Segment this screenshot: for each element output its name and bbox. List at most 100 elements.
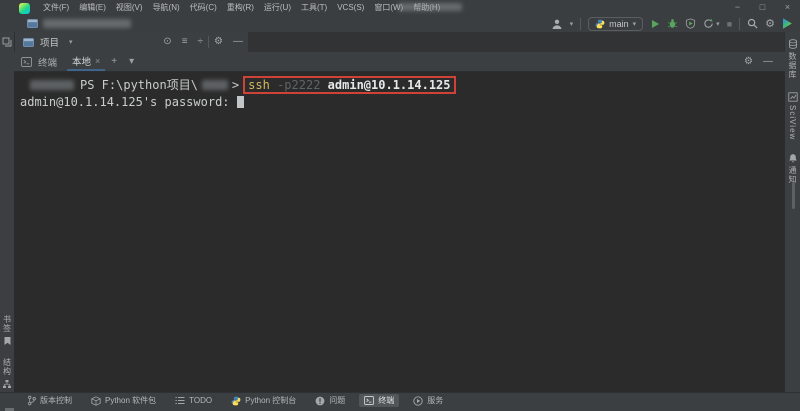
- project-panel-header: 项目 ▾ ⊙ ≡ ÷ ⚙ —: [14, 32, 249, 53]
- command-host: admin@10.1.14.125: [328, 78, 451, 92]
- terminal-panel-title: 终端: [38, 55, 57, 69]
- stripe-button-notifications[interactable]: 通知: [787, 153, 798, 184]
- pycharm-logo-icon: [19, 3, 30, 14]
- maximize-button[interactable]: □: [750, 0, 775, 15]
- menu-edit[interactable]: 编辑(E): [74, 1, 111, 15]
- new-terminal-tab-button[interactable]: +: [105, 56, 123, 67]
- project-stripe-icon[interactable]: [2, 37, 12, 47]
- terminal-settings-gear-icon[interactable]: ⚙: [739, 53, 758, 71]
- terminal-hide-icon[interactable]: —: [758, 53, 778, 71]
- prompt-symbol: >: [232, 78, 239, 92]
- services-icon: [413, 396, 423, 406]
- toolwindow-python-packages[interactable]: Python 软件包: [86, 394, 161, 407]
- run-config-name: main: [609, 19, 629, 29]
- menu-navigate[interactable]: 导航(N): [148, 1, 185, 15]
- terminal-tab-label: 本地: [72, 54, 91, 68]
- git-branch-icon: [27, 395, 36, 406]
- database-label: 数据库: [787, 52, 798, 79]
- terminal-icon: [21, 57, 32, 67]
- run-config-dropdown-icon: ▾: [633, 20, 637, 28]
- terminal-output[interactable]: PS F:\python项目\ > ssh -p2222 admin@10.1.14…: [14, 72, 785, 110]
- user-dropdown-icon[interactable]: ▾: [570, 20, 574, 28]
- expand-all-icon[interactable]: ≡: [177, 33, 193, 51]
- stripe-button-database[interactable]: 数据库: [787, 39, 798, 79]
- problems-label: 问题: [329, 395, 345, 406]
- right-tool-stripe: 数据库 SciView 通知: [784, 32, 800, 393]
- terminal-line-password: admin@10.1.14.125's password:: [20, 94, 785, 110]
- terminal-cursor: [237, 96, 244, 108]
- run-configuration-selector[interactable]: main ▾: [588, 17, 643, 31]
- terminal-tab-local[interactable]: 本地 ×: [67, 52, 105, 71]
- profiler-button[interactable]: [703, 18, 714, 29]
- tab-close-icon[interactable]: ×: [95, 56, 100, 66]
- python-console-label: Python 控制台: [245, 395, 296, 406]
- stripe-button-structure[interactable]: 结构: [2, 358, 13, 389]
- stripe-button-sciview[interactable]: SciView: [788, 92, 798, 140]
- left-tool-stripe: 书签 结构: [0, 32, 15, 393]
- python-packages-label: Python 软件包: [105, 395, 156, 406]
- settings-gear-icon[interactable]: ⚙: [765, 18, 775, 30]
- run-with-coverage-button[interactable]: [685, 18, 696, 29]
- assistant-logo-icon[interactable]: [782, 18, 792, 29]
- hide-panel-icon[interactable]: —: [228, 33, 248, 51]
- python-console-icon: [231, 396, 241, 406]
- close-button[interactable]: ×: [775, 0, 800, 15]
- toolwindow-version-control[interactable]: 版本控制: [22, 394, 77, 407]
- command-port-flag: -p2222: [277, 78, 320, 92]
- todo-list-icon: [175, 396, 185, 405]
- minimize-button[interactable]: −: [725, 0, 750, 15]
- project-breadcrumb: [27, 19, 131, 28]
- window-title-redacted: [398, 3, 462, 11]
- bell-icon: [788, 153, 798, 163]
- tool-window-bar: 版本控制 Python 软件包 TODO Python 控制台: [0, 392, 800, 408]
- stripe-button-bookmarks[interactable]: 书签: [2, 315, 13, 346]
- navigation-bar: ▾ main ▾: [0, 15, 800, 33]
- debug-button[interactable]: [667, 18, 678, 29]
- toolwindow-services[interactable]: 服务: [408, 394, 448, 407]
- menu-code[interactable]: 代码(C): [185, 1, 222, 15]
- run-toolbar: ▾ main ▾: [551, 17, 792, 31]
- sciview-label: SciView: [788, 105, 797, 140]
- scrollbar-thumb[interactable]: [792, 182, 795, 209]
- menu-vcs[interactable]: VCS(S): [332, 1, 369, 15]
- version-control-label: 版本控制: [40, 395, 72, 406]
- toolwindow-problems[interactable]: 问题: [310, 394, 350, 407]
- toolwindow-python-console[interactable]: Python 控制台: [226, 394, 301, 407]
- locate-file-icon[interactable]: ⊙: [158, 33, 176, 51]
- pycharm-window: 文件(F) 编辑(E) 视图(V) 导航(N) 代码(C) 重构(R) 运行(U…: [0, 0, 800, 411]
- python-logo-icon: [595, 19, 605, 29]
- panel-settings-gear-icon[interactable]: ⚙: [209, 33, 228, 51]
- profiler-dropdown-icon[interactable]: ▾: [716, 20, 720, 28]
- menu-refactor[interactable]: 重构(R): [222, 1, 259, 15]
- menu-view[interactable]: 视图(V): [111, 1, 148, 15]
- terminal-tabs-dropdown-icon[interactable]: ▾: [123, 56, 140, 67]
- project-panel-title: 项目: [40, 35, 59, 49]
- annotation-red-box: ssh -p2222 admin@10.1.14.125: [243, 76, 455, 94]
- structure-label: 结构: [2, 358, 13, 376]
- menu-tools[interactable]: 工具(T): [296, 1, 332, 15]
- project-name-redacted: [43, 19, 131, 28]
- problems-icon: [315, 396, 325, 406]
- project-window-icon: [27, 19, 38, 28]
- password-prompt-text: admin@10.1.14.125's password:: [20, 95, 237, 109]
- project-view-dropdown-icon[interactable]: ▾: [69, 38, 73, 46]
- bookmark-icon: [3, 336, 12, 346]
- search-everywhere-icon[interactable]: [747, 18, 758, 29]
- toolbar-separator: [739, 18, 740, 30]
- terminal-label: 终端: [378, 395, 394, 406]
- title-bar: 文件(F) 编辑(E) 视图(V) 导航(N) 代码(C) 重构(R) 运行(U…: [0, 0, 800, 16]
- run-button[interactable]: [650, 19, 660, 29]
- prompt-path: PS F:\python项目\: [80, 78, 198, 92]
- path-segment-redacted: [202, 80, 228, 90]
- collapse-all-icon[interactable]: ÷: [193, 33, 209, 51]
- menu-run[interactable]: 运行(U): [259, 1, 296, 15]
- stop-button[interactable]: ■: [727, 19, 732, 29]
- sciview-icon: [788, 92, 798, 102]
- toolwindow-terminal[interactable]: 终端: [359, 394, 399, 407]
- project-folder-icon: [23, 38, 34, 47]
- services-label: 服务: [427, 395, 443, 406]
- database-icon: [788, 39, 798, 49]
- menu-file[interactable]: 文件(F): [38, 1, 74, 15]
- user-account-icon[interactable]: [551, 18, 563, 30]
- toolwindow-todo[interactable]: TODO: [170, 395, 217, 406]
